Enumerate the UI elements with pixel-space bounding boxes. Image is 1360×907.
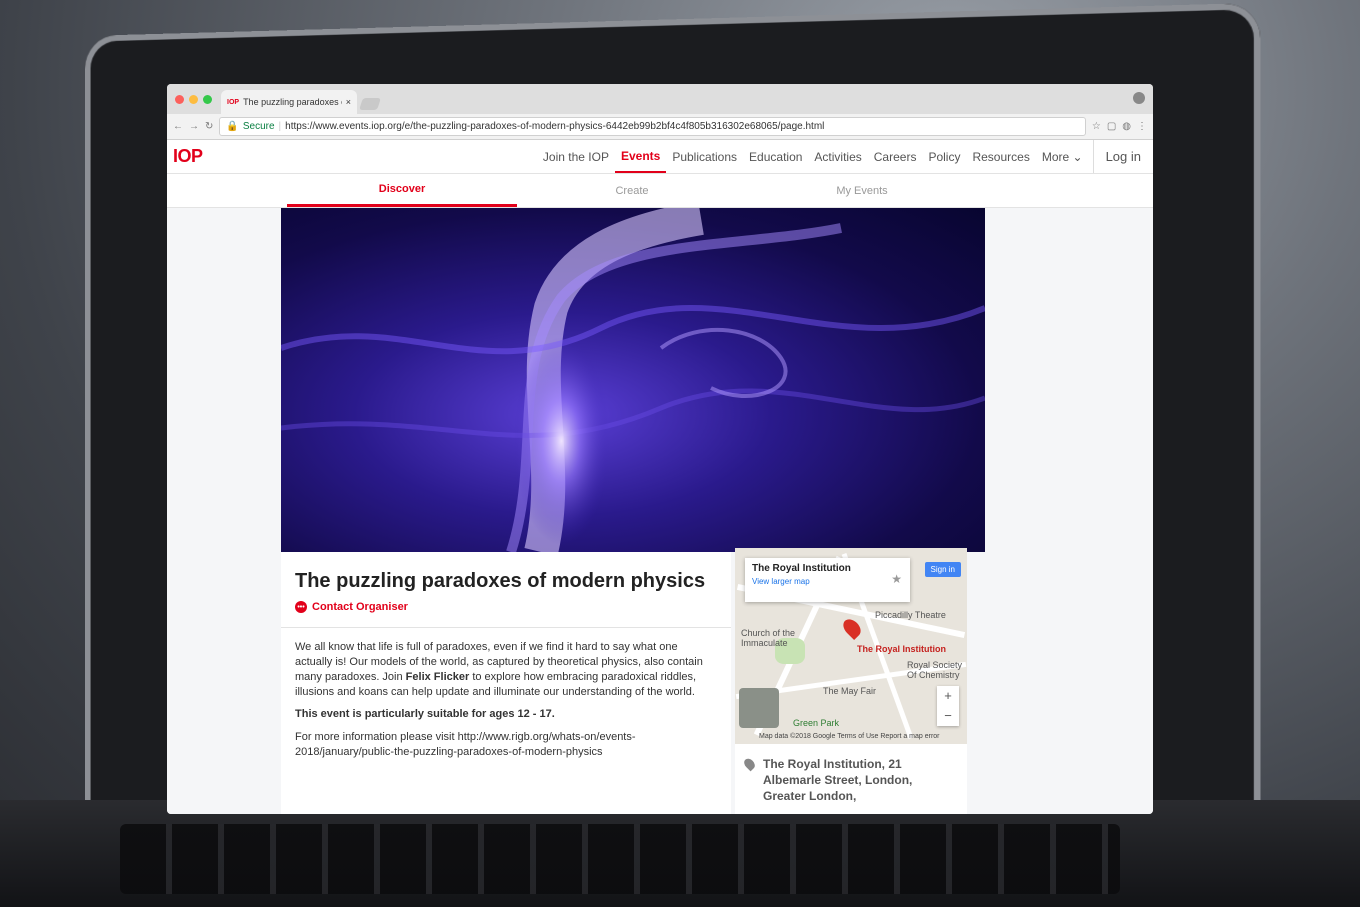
extension-icon[interactable]: ▢: [1107, 121, 1116, 132]
contact-organiser-link[interactable]: ••• Contact Organiser: [281, 601, 731, 627]
forward-icon[interactable]: →: [189, 121, 199, 132]
location-map[interactable]: The Royal Institution View larger map ★ …: [735, 548, 967, 744]
nav-events[interactable]: Events: [614, 140, 667, 173]
url-text: https://www.events.iop.org/e/the-puzzlin…: [285, 121, 825, 132]
new-tab-button[interactable]: [359, 98, 381, 110]
tab-title: The puzzling paradoxes of mo: [243, 97, 342, 107]
map-label: Royal Society Of Chemistry: [907, 660, 963, 680]
back-icon[interactable]: ←: [173, 121, 183, 132]
iop-favicon-icon: IOP: [227, 98, 240, 106]
map-zoom-controls: + −: [937, 686, 959, 726]
map-label-venue: The Royal Institution: [857, 644, 946, 654]
menu-icon[interactable]: ⋮: [1137, 121, 1147, 132]
tab-my-events[interactable]: My Events: [747, 174, 977, 207]
map-attribution: Map data ©2018 Google Terms of Use Repor…: [759, 733, 940, 740]
close-icon[interactable]: [175, 95, 184, 104]
map-info-window: The Royal Institution View larger map ★: [745, 558, 910, 602]
lock-icon: 🔒: [226, 121, 239, 132]
event-details-card: The puzzling paradoxes of modern physics…: [281, 552, 731, 814]
bookmark-star-icon[interactable]: ☆: [1092, 121, 1101, 132]
address-text: The Royal Institution, 21 Albemarle Stre…: [763, 757, 913, 804]
event-description: We all know that life is full of paradox…: [281, 627, 731, 780]
age-note: This event is particularly suitable for …: [295, 708, 555, 721]
tab-create[interactable]: Create: [517, 174, 747, 207]
reload-icon[interactable]: ↻: [205, 121, 213, 132]
speaker-name: Felix Flicker: [405, 670, 470, 683]
zoom-in-button[interactable]: +: [937, 686, 959, 706]
nav-more-label: More: [1041, 149, 1070, 164]
event-title: The puzzling paradoxes of modern physics: [295, 570, 706, 592]
event-address: The Royal Institution, 21 Albemarle Stre…: [735, 744, 967, 814]
contact-label: Contact Organiser: [312, 601, 408, 613]
save-star-icon[interactable]: ★: [891, 572, 902, 586]
main-nav: Join the IOP Events Publications Educati…: [537, 140, 1153, 173]
address-bar[interactable]: 🔒 Secure | https://www.events.iop.org/e/…: [219, 117, 1086, 136]
events-subnav: Discover Create My Events: [167, 174, 1153, 208]
secure-label: Secure: [242, 121, 275, 132]
minimize-icon[interactable]: [189, 95, 198, 104]
view-larger-map-link[interactable]: View larger map: [752, 577, 903, 586]
toolbar: ← → ↻ 🔒 Secure | https://www.events.iop.…: [167, 114, 1153, 140]
keyboard: [0, 800, 1360, 907]
nav-education[interactable]: Education: [743, 140, 808, 173]
description-paragraph: We all know that life is full of paradox…: [295, 640, 717, 699]
browser-window: IOP The puzzling paradoxes of mo × ← → ↻…: [167, 84, 1153, 814]
nav-join[interactable]: Join the IOP: [537, 140, 615, 173]
location-pin-icon: [742, 756, 757, 772]
zoom-out-button[interactable]: −: [937, 706, 959, 726]
map-place-name: The Royal Institution: [752, 563, 851, 574]
browser-tab[interactable]: IOP The puzzling paradoxes of mo ×: [221, 90, 357, 114]
nav-more[interactable]: More ⌄: [1036, 140, 1089, 173]
maximize-icon[interactable]: [203, 95, 212, 104]
more-info-link[interactable]: For more information please visit http:/…: [295, 730, 717, 760]
nav-policy[interactable]: Policy: [922, 140, 966, 173]
nav-publications[interactable]: Publications: [666, 140, 743, 173]
window-controls[interactable]: [175, 95, 212, 104]
map-label: Church of the Immaculate: [741, 628, 796, 648]
extension-globe-icon[interactable]: ◍: [1122, 121, 1131, 132]
nav-careers[interactable]: Careers: [868, 140, 923, 173]
event-page: The puzzling paradoxes of modern physics…: [167, 208, 1153, 814]
nav-activities[interactable]: Activities: [808, 140, 867, 173]
map-label: Green Park: [793, 718, 840, 728]
tab-discover[interactable]: Discover: [287, 174, 517, 207]
nav-resources[interactable]: Resources: [966, 140, 1035, 173]
chevron-down-icon: ⌄: [1072, 149, 1083, 164]
profile-icon[interactable]: [1133, 92, 1145, 104]
map-label: The May Fair: [823, 686, 877, 696]
map-sign-in-button[interactable]: Sign in: [924, 562, 961, 577]
login-link[interactable]: Log in: [1092, 140, 1153, 173]
iop-logo[interactable]: IOP: [173, 146, 203, 167]
chat-icon: •••: [295, 601, 307, 613]
event-hero-image: [281, 208, 985, 552]
map-pin-icon[interactable]: [839, 615, 865, 641]
tab-bar: IOP The puzzling paradoxes of mo ×: [167, 84, 1153, 114]
close-tab-icon[interactable]: ×: [346, 97, 351, 107]
map-label: Piccadilly Theatre: [875, 610, 946, 620]
site-header: IOP Join the IOP Events Publications Edu…: [167, 140, 1153, 174]
